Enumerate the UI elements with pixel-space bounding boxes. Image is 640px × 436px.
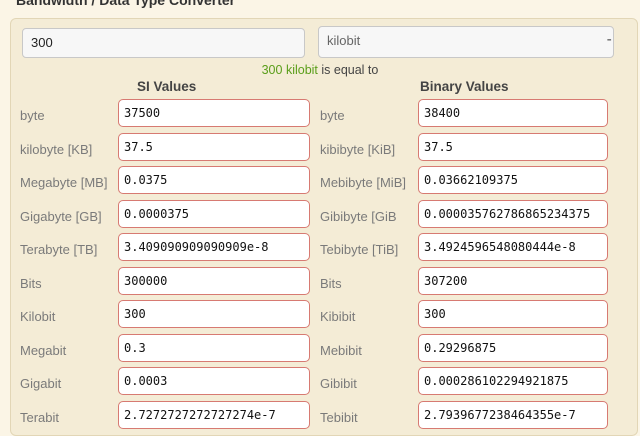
binary-unit-label: Mebibit <box>320 342 362 358</box>
unit-select-value: kilobit <box>327 33 361 48</box>
result-row: Megabit 0.3 Mebibit 0.29296875 <box>0 333 640 367</box>
equal-to-suffix: is equal to <box>317 63 379 77</box>
dropdown-arrow-icon: ╶ <box>603 33 611 47</box>
binary-unit-label: kibibyte [KiB] <box>320 141 396 157</box>
result-row: Gigabit 0.0003 Gibibit 0.000286102294921875 <box>0 367 640 400</box>
binary-unit-label: Bits <box>320 275 342 291</box>
binary-value-field[interactable]: 0.03662109375 <box>418 166 608 194</box>
si-value-field[interactable]: 3.409090909090909e-8 <box>118 233 310 261</box>
si-value-field[interactable]: 37.5 <box>118 132 310 161</box>
binary-unit-label: Mebibyte [MiB] <box>320 175 406 190</box>
binary-value-field[interactable]: 37.5 <box>418 132 608 161</box>
binary-value-field[interactable]: 0.000286102294921875 <box>418 367 608 395</box>
binary-unit-label: Tebibyte [TiB] <box>320 242 399 257</box>
result-row: byte 37500 byte 38400 <box>0 99 640 132</box>
si-unit-label: Megabyte [MB] <box>20 175 108 190</box>
si-unit-label: Kilobit <box>20 309 56 324</box>
result-row: Terabyte [TB] 3.409090909090909e-8 Tebibyt… <box>0 233 640 266</box>
si-unit-label: Gigabit <box>20 376 62 391</box>
binary-values-heading: Binary Values <box>420 79 509 94</box>
page-title: Bandwidth / Data Type Converter <box>16 0 236 8</box>
binary-value-field[interactable]: 300 <box>418 300 608 328</box>
equal-to-text: 300 kilobit is equal to <box>0 63 640 77</box>
si-value-field[interactable]: 0.3 <box>118 333 310 362</box>
si-unit-label: Bits <box>20 275 42 291</box>
binary-value-field[interactable]: 0.000035762786865234375 <box>418 199 608 228</box>
si-value-field[interactable]: 300000 <box>118 266 310 295</box>
result-row: Bits 300000 Bits 307200 <box>0 266 640 300</box>
binary-unit-label: Gibibyte [GiB <box>320 208 397 224</box>
binary-value-field[interactable]: 3.4924596548080444e-8 <box>418 233 608 261</box>
si-values-heading: SI Values <box>137 79 197 94</box>
binary-value-field[interactable]: 0.29296875 <box>418 333 608 362</box>
binary-value-field[interactable]: 307200 <box>418 266 608 295</box>
binary-unit-label: Kibibit <box>320 309 356 324</box>
binary-value-field[interactable]: 38400 <box>418 99 608 127</box>
si-unit-label: Terabit <box>20 409 60 425</box>
si-unit-label: kilobyte [KB] <box>20 141 93 157</box>
result-row: Kilobit 300 Kibibit 300 <box>0 300 640 333</box>
value-input[interactable]: 300 <box>22 28 305 58</box>
result-row: Gigabyte [GB] 0.0000375 Gibibyte [GiB 0.000… <box>0 199 640 233</box>
unit-select[interactable]: kilobit ╶ <box>318 26 614 58</box>
source-quantity: 300 kilobit <box>261 63 318 77</box>
si-unit-label: Megabit <box>20 342 67 358</box>
si-unit-label: Gigabyte [GB] <box>20 208 102 224</box>
si-value-field[interactable]: 2.7272727272727274e-7 <box>118 400 310 429</box>
result-row: Terabit 2.7272727272727274e-7 Tebibit 2.793… <box>0 400 640 434</box>
si-value-field[interactable]: 0.0375 <box>118 166 310 194</box>
result-row: Megabyte [MB] 0.0375 Mebibyte [MiB] 0.03662… <box>0 166 640 199</box>
si-value-field[interactable]: 0.0003 <box>118 367 310 395</box>
si-unit-label: Terabyte [TB] <box>20 242 98 257</box>
si-value-field[interactable]: 300 <box>118 300 310 328</box>
si-value-field[interactable]: 37500 <box>118 99 310 127</box>
binary-unit-label: byte <box>320 108 345 123</box>
si-unit-label: byte <box>20 108 45 123</box>
binary-unit-label: Gibibit <box>320 376 357 391</box>
si-value-field[interactable]: 0.0000375 <box>118 199 310 228</box>
binary-value-field[interactable]: 2.7939677238464355e-7 <box>418 400 608 429</box>
binary-unit-label: Tebibit <box>320 409 358 425</box>
result-row: kilobyte [KB] 37.5 kibibyte [KiB] 37.5 <box>0 132 640 166</box>
